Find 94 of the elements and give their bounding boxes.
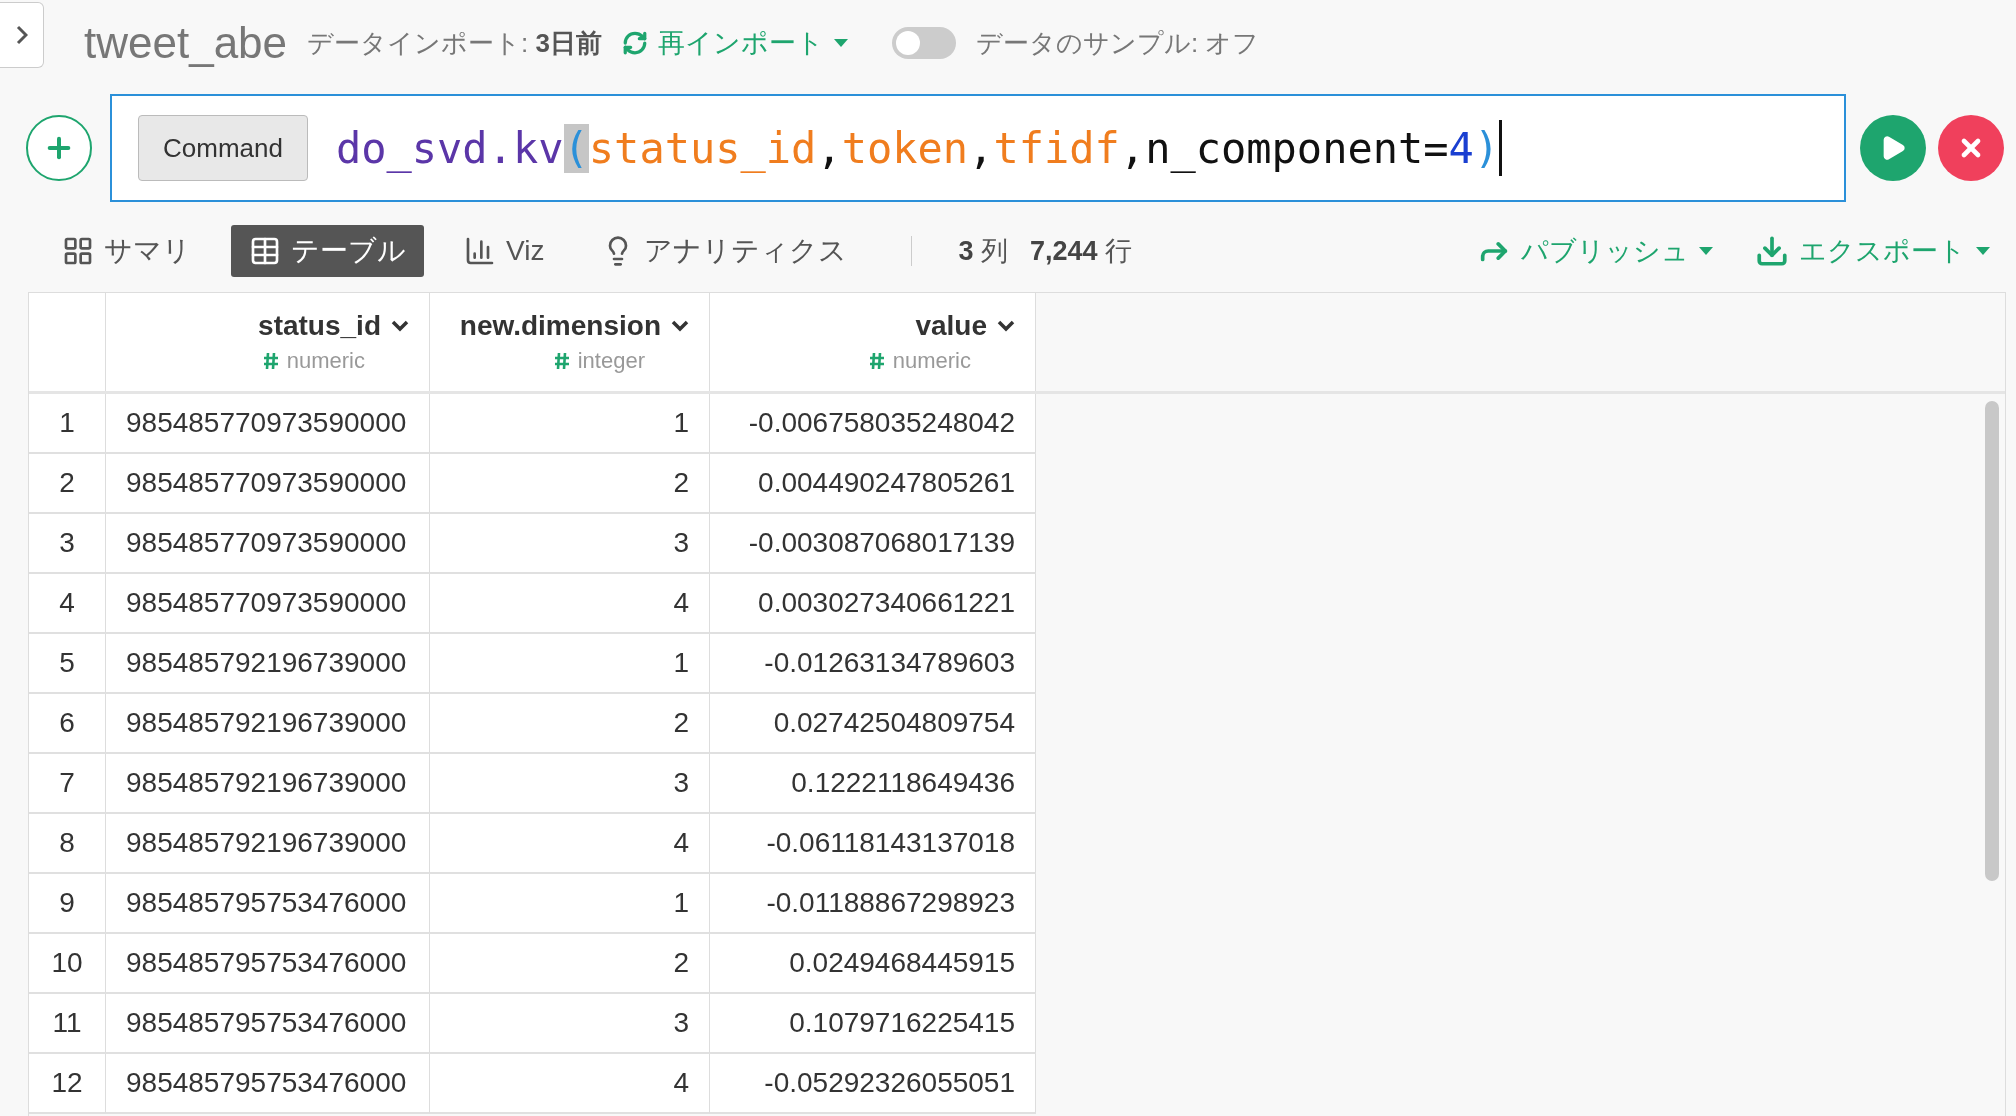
hash-icon [868,352,885,370]
row-number: 11 [29,994,106,1054]
caret-icon [1699,247,1713,255]
sample-toggle[interactable] [892,27,956,59]
row-number: 9 [29,874,106,934]
view-tab[interactable]: アナリティクス [584,225,866,277]
row-number: 1 [29,394,106,454]
code-token: ) [1473,123,1500,173]
table-cell: 0.02742504809754 [710,694,1036,754]
table-cell: -0.003087068017139 [710,514,1036,574]
expand-button[interactable] [0,2,44,68]
code-token: tfidf [993,123,1120,173]
row-number: 2 [29,454,106,514]
command-type-button[interactable]: Command [138,115,308,181]
chevron-down-icon [671,320,689,332]
column-header[interactable]: status_id [258,310,409,342]
table-cell: -0.01263134789603 [710,634,1036,694]
row-number: 12 [29,1054,106,1114]
table-icon [249,235,281,267]
chevron-down-icon [391,320,409,332]
table-cell: 985485770973590000 [106,574,430,634]
row-number: 10 [29,934,106,994]
table-cell: -0.01188867298923 [710,874,1036,934]
table-cell: 3 [430,754,710,814]
table-cell: 1 [430,394,710,454]
chevron-icon [15,25,28,45]
code-token: do_svd.kv [335,123,564,173]
row-number: 6 [29,694,106,754]
view-tab[interactable]: Viz [446,225,563,277]
table-cell: -0.06118143137018 [710,814,1036,874]
table-cell: 0.0249468445915 [710,934,1036,994]
table-cell: 2 [430,694,710,754]
table-cell: 985485795753476000 [106,874,430,934]
table-cell: 985485770973590000 [106,514,430,574]
table-cell: 985485795753476000 [106,1054,430,1114]
code-token: ( [563,123,589,173]
code-token: , [968,123,994,173]
code-token: , [816,123,842,173]
table-cell: 985485792196739000 [106,694,430,754]
code-token: 4 [1448,123,1474,173]
table-cell: 2 [430,454,710,514]
row-number: 4 [29,574,106,634]
table-cell: 1 [430,634,710,694]
code-token: status_id [588,123,817,173]
table-cell: 0.004490247805261 [710,454,1036,514]
caret-icon [1976,247,1990,255]
table-cell: 3 [430,514,710,574]
column-type: numeric [892,348,971,374]
column-header[interactable]: value [915,310,1015,342]
table-cell: 0.003027340661221 [710,574,1036,634]
table-cell: 2 [430,934,710,994]
import-info: データインポート: 3日前 [307,26,602,60]
table-cell: 4 [430,574,710,634]
table-cell: 985485792196739000 [106,754,430,814]
row-number: 8 [29,814,106,874]
row-number: 7 [29,754,106,814]
row-number: 5 [29,634,106,694]
table-cell: 3 [430,994,710,1054]
view-tab[interactable]: サマリ [44,225,209,277]
row-count: 7,244 行 [1029,235,1133,268]
table-cell: 985485795753476000 [106,994,430,1054]
caret-icon [834,39,848,47]
row-number: 3 [29,514,106,574]
chevron-down-icon [997,320,1015,332]
table-cell: 985485795753476000 [106,934,430,994]
command-editor[interactable]: Command do_svd.kv(status_id,token,tfidf,n_component=4) [110,94,1846,202]
sample-label: データのサンプル: オフ [976,26,1260,60]
refresh-icon [622,30,648,56]
scrollbar[interactable] [1985,401,1999,881]
column-type: numeric [286,348,365,374]
text-cursor [1499,120,1503,176]
table-cell: -0.05292326055051 [710,1054,1036,1114]
hash-icon [262,352,279,370]
table-cell: 985485792196739000 [106,634,430,694]
table-cell: 1 [430,874,710,934]
table-cell: -0.006758035248042 [710,394,1036,454]
dataset-title: tweet_abe [84,18,288,68]
table-cell: 4 [430,814,710,874]
column-type: integer [577,348,645,374]
table-cell: 0.1222118649436 [710,754,1036,814]
table-cell: 985485792196739000 [106,814,430,874]
code-token: ,n_component= [1119,123,1449,173]
table-cell: 4 [430,1054,710,1114]
column-header[interactable]: new.dimension [459,310,689,342]
hash-icon [553,352,570,370]
download-icon [1755,234,1789,268]
table-cell: 985485770973590000 [106,394,430,454]
view-tab[interactable]: テーブル [231,225,424,277]
bar-chart-icon [464,235,496,267]
grid-icon [62,235,94,267]
code-token: token [841,123,969,173]
table-cell: 0.1079716225415 [710,994,1036,1054]
table-cell: 985485770973590000 [106,454,430,514]
column-count: 3 列 [958,235,1008,268]
